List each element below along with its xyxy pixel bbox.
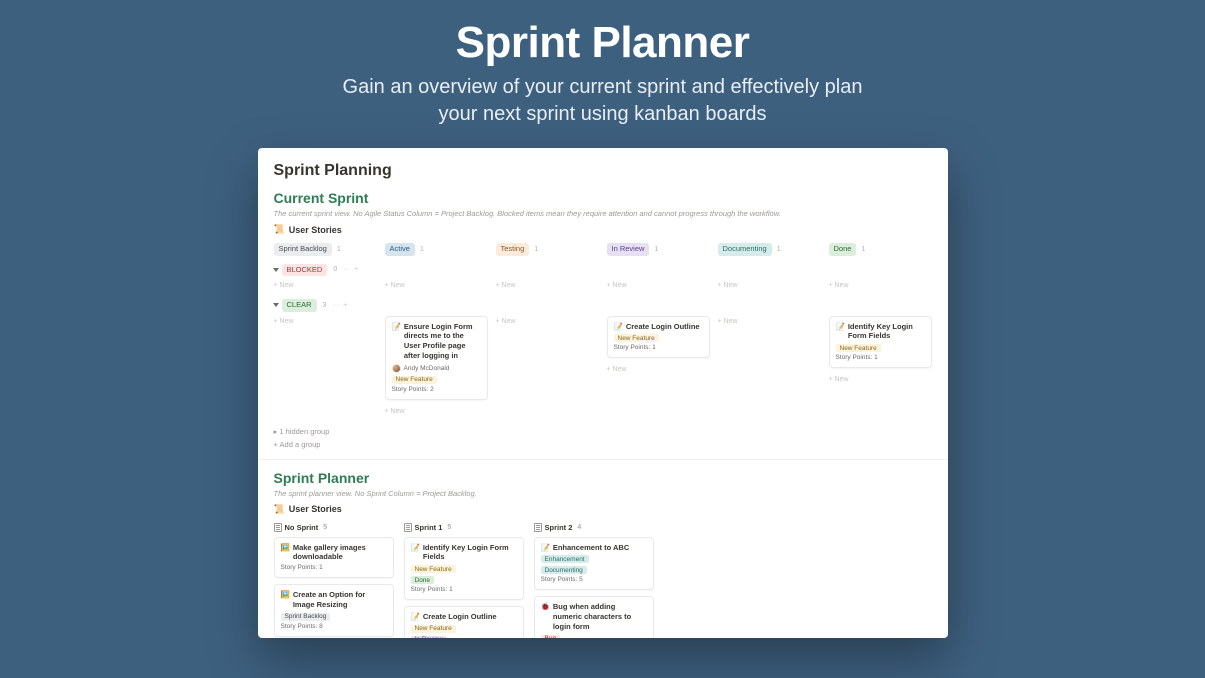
caret-down-icon	[273, 303, 279, 307]
assignee: Andy McDonald	[392, 364, 481, 373]
group-clear-cells: + New 📝Ensure Login Form directs me to t…	[274, 316, 932, 417]
new-card-button[interactable]: + New	[385, 280, 488, 291]
story-points: Story Points: 1	[281, 564, 387, 571]
database-title-text-2: User Stories	[289, 504, 342, 514]
col-sprint-1[interactable]: Sprint 1 5	[404, 523, 524, 532]
memo-icon: 📝	[836, 322, 845, 342]
database-title-2[interactable]: 📜 User Stories	[274, 504, 932, 515]
story-card[interactable]: 🐞Bug when adding numeric characters to l…	[534, 596, 654, 638]
avatar	[392, 364, 401, 373]
page-icon	[534, 523, 542, 532]
page-icon	[404, 523, 412, 532]
hero-subtitle: Gain an overview of your current sprint …	[0, 74, 1205, 128]
tag-bug: Bug	[541, 635, 561, 639]
kanban-columns-header: Sprint Backlog1 Active1 Testing1 In Revi…	[274, 243, 932, 256]
story-card[interactable]: 🖼️Make gallery images downloadable Story…	[274, 537, 394, 579]
col-sprint-backlog[interactable]: Sprint Backlog1	[274, 243, 341, 256]
tag-new-feature: New Feature	[411, 565, 456, 573]
story-card[interactable]: 📝Identify Key Login Form Fields New Feat…	[404, 537, 524, 601]
group-clear-pill: CLEAR	[282, 299, 317, 312]
group-blocked-pill: BLOCKED	[282, 264, 328, 277]
memo-icon: 📝	[411, 612, 420, 622]
database-title-text: User Stories	[289, 225, 342, 235]
scroll-icon: 📜	[274, 224, 285, 235]
tag-new-feature: New Feature	[411, 625, 456, 633]
database-title[interactable]: 📜 User Stories	[274, 224, 932, 235]
tag-new-feature: New Feature	[614, 334, 659, 342]
new-card-button[interactable]: + New	[607, 280, 710, 291]
scroll-icon: 📜	[274, 504, 285, 515]
group-clear-header[interactable]: CLEAR 3 ··· +	[274, 299, 932, 312]
add-group-button[interactable]: + Add a group	[274, 440, 932, 449]
group-blocked-cells: + New + New + New + New + New + New	[274, 280, 932, 291]
bug-icon: 🐞	[541, 602, 550, 631]
new-card-button[interactable]: + New	[718, 280, 821, 291]
memo-icon: 📝	[541, 543, 550, 553]
col-active[interactable]: Active1	[385, 243, 424, 256]
page-title: Sprint Planning	[274, 162, 932, 180]
tag-sprint-backlog: Sprint Backlog	[281, 613, 331, 621]
story-card[interactable]: 📝Ensure Login Form directs me to the Use…	[385, 316, 488, 400]
story-points: Story Points: 8	[281, 623, 387, 630]
memo-icon: 📝	[392, 322, 401, 361]
tag-done: Done	[411, 576, 435, 584]
col-testing[interactable]: Testing1	[496, 243, 539, 256]
new-card-button[interactable]: + New	[718, 316, 821, 327]
app-window: Sprint Planning Current Sprint The curre…	[258, 148, 948, 638]
story-points: Story Points: 1	[614, 344, 703, 351]
new-card-button[interactable]: + New	[829, 374, 932, 385]
new-card-button[interactable]: + New	[496, 316, 599, 327]
image-icon: 🖼️	[281, 590, 290, 610]
hero-title: Sprint Planner	[0, 18, 1205, 68]
group-clear-menu[interactable]: ··· +	[332, 302, 347, 309]
page-icon	[274, 523, 282, 532]
new-card-button[interactable]: + New	[607, 364, 710, 375]
section-current-sprint-desc: The current sprint view. No Agile Status…	[274, 209, 932, 218]
group-blocked-header[interactable]: BLOCKED 0 ··· +	[274, 264, 932, 277]
col-done[interactable]: Done1	[829, 243, 866, 256]
new-card-button[interactable]: + New	[274, 316, 377, 327]
new-card-button[interactable]: + New	[829, 280, 932, 291]
group-blocked-menu[interactable]: ··· +	[343, 266, 358, 273]
story-points: Story Points: 1	[411, 586, 517, 593]
story-points: Story Points: 2	[392, 386, 481, 393]
hidden-groups-toggle[interactable]: ▸ 1 hidden group	[274, 427, 932, 436]
col-documenting[interactable]: Documenting1	[718, 243, 781, 256]
section-current-sprint-heading: Current Sprint	[274, 190, 932, 206]
story-card[interactable]: 📝Create Login Outline New Feature Story …	[607, 316, 710, 359]
divider	[258, 459, 948, 460]
story-card[interactable]: 📝Create Login Outline New Feature In Rev…	[404, 606, 524, 638]
memo-icon: 📝	[411, 543, 420, 563]
story-card[interactable]: 📝Enhancement to ABC Enhancement Document…	[534, 537, 654, 591]
caret-down-icon	[273, 268, 279, 272]
story-points: Story Points: 1	[836, 354, 925, 361]
hero: Sprint Planner Gain an overview of your …	[0, 0, 1205, 128]
new-card-button[interactable]: + New	[274, 280, 377, 291]
new-card-button[interactable]: + New	[385, 406, 488, 417]
planner-columns: No Sprint 5 🖼️Make gallery images downlo…	[274, 523, 932, 639]
tag-in-review: In Review	[411, 636, 448, 638]
story-points: Story Points: 5	[541, 576, 647, 583]
new-card-button[interactable]: + New	[496, 280, 599, 291]
tag-documenting: Documenting	[541, 566, 587, 574]
col-no-sprint[interactable]: No Sprint 5	[274, 523, 394, 532]
tag-new-feature: New Feature	[392, 376, 437, 384]
story-card[interactable]: 📝Identify Key Login Form Fields New Feat…	[829, 316, 932, 369]
tag-new-feature: New Feature	[836, 344, 881, 352]
story-card[interactable]: 🖼️Create an Option for Image Resizing Sp…	[274, 584, 394, 637]
col-in-review[interactable]: In Review1	[607, 243, 659, 256]
section-sprint-planner-heading: Sprint Planner	[274, 470, 932, 486]
memo-icon: 📝	[614, 322, 623, 332]
tag-enhancement: Enhancement	[541, 555, 589, 563]
image-icon: 🖼️	[281, 543, 290, 563]
section-sprint-planner-desc: The sprint planner view. No Sprint Colum…	[274, 489, 932, 498]
col-sprint-2[interactable]: Sprint 2 4	[534, 523, 654, 532]
